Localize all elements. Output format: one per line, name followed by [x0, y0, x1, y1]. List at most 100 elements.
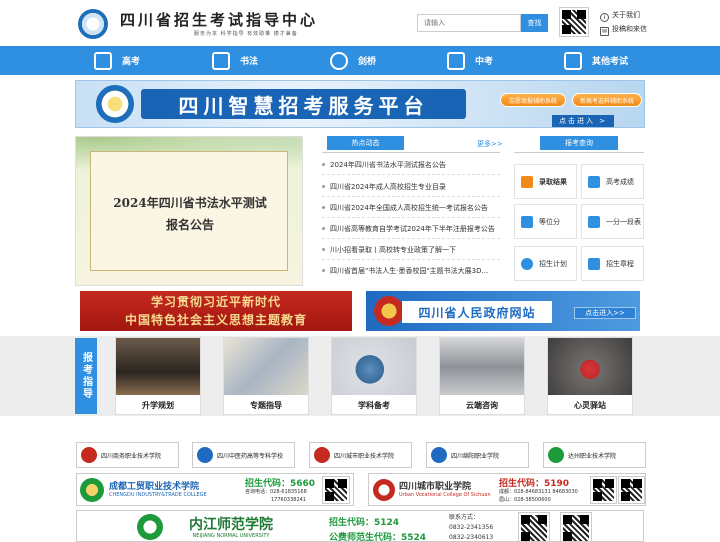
banner-enter-button[interactable]: 点击进入 >	[552, 115, 614, 127]
news-more-link[interactable]: 更多>>	[477, 139, 503, 149]
theme-line-1: 学习贯彻习近平新时代	[150, 295, 281, 309]
query-heading[interactable]: 报考查询	[540, 136, 618, 150]
site-title[interactable]: 四川省招生考试指导中心	[120, 9, 318, 30]
news-item[interactable]: 川小招看录取丨高校转专业政策了解一下	[322, 245, 500, 255]
feature-title-line-1: 2024年四川省书法水平测试	[113, 196, 267, 210]
nav-label: 高考	[122, 57, 141, 67]
guide-card-label: 心灵驿站	[574, 400, 606, 410]
guide-card-consult[interactable]: 云端咨询	[439, 337, 525, 415]
about-us-label: 关于我们	[612, 11, 640, 19]
school-name: 四川城市职业学院	[399, 482, 472, 492]
bar-chart-icon	[521, 215, 533, 228]
news-item[interactable]: 四川省2024年成人高校招生专业目录	[322, 182, 500, 192]
search-input[interactable]	[417, 14, 521, 32]
subject-selection-button[interactable]: 新高考选科辅助系统	[572, 93, 642, 107]
guidance-label: 报考指导	[75, 338, 97, 414]
news-item[interactable]: 四川省2024年全国成人高校招生统一考试报名公告	[322, 203, 500, 213]
urban-vocational-ad[interactable]: 四川城市职业学院 Urban Vocational College Of Sic…	[368, 473, 646, 506]
news-separator	[322, 217, 500, 218]
query-label: 高考成绩	[606, 177, 634, 186]
guide-card-label: 专题指导	[250, 400, 282, 410]
guide-card-planning[interactable]: 升学规划	[115, 337, 201, 415]
query-label: 一分一段表	[606, 217, 641, 226]
school-name-en: NEIJIANG NORMAL UNIVERSITY	[192, 533, 270, 539]
gov-site-enter-button[interactable]: 点击进入>>	[574, 307, 636, 319]
school-name: 四川绵阳职业学院	[451, 452, 500, 460]
query-divider	[514, 152, 644, 153]
nav-item-other-exams[interactable]: 其他考试	[564, 46, 628, 75]
theme-education-banner[interactable]: 学习贯彻习近平新时代 中国特色社会主义思想主题教育	[80, 291, 352, 331]
query-label: 录取结果	[539, 177, 567, 186]
document-icon	[521, 175, 533, 188]
nav-label: 其他考试	[592, 57, 629, 67]
admission-result-link[interactable]: 录取结果	[514, 164, 577, 199]
school-logo-icon	[373, 479, 395, 501]
contact-label: 联系方式：	[449, 514, 480, 521]
banner-title: 四川智慧招考服务平台	[141, 89, 466, 119]
site-logo-emblem[interactable]	[78, 9, 108, 39]
news-item[interactable]: 四川省高等教育自学考试2024年下半年注册报考公告	[322, 224, 500, 234]
school-logo-icon	[548, 447, 564, 463]
smart-exam-platform-banner[interactable]: 四川智慧招考服务平台 志愿填报辅助系统 新高考选科辅助系统 点击进入 >	[75, 80, 645, 128]
theme-line-2: 中国特色社会主义思想主题教育	[124, 313, 307, 327]
chart-icon	[212, 51, 230, 70]
news-heading[interactable]: 热点动态	[327, 136, 404, 150]
user-icon	[521, 257, 533, 270]
school-name: 四川中医药高等专科学校	[217, 452, 284, 460]
school-name: 四川商务职业技术学院	[101, 452, 162, 460]
feature-title: 2024年四川省书法水平测试 报名公告	[91, 192, 289, 236]
chengdu-industry-trade-ad[interactable]: 成都工贸职业技术学院 CHENGDU INDUSTRY&TRADE COLLEG…	[76, 473, 354, 506]
guide-card-label: 升学规划	[142, 400, 174, 410]
guide-card-topics[interactable]: 专题指导	[223, 337, 309, 415]
news-item[interactable]: 2024年四川省书法水平测试报名公告	[322, 160, 500, 170]
school-qr-code	[560, 512, 592, 541]
news-item[interactable]: 四川省首届"书法人生·墨香校园"主题书法大展3D...	[322, 266, 500, 276]
school-link[interactable]: 四川城市职业技术学院	[309, 442, 412, 468]
school-logo-icon	[80, 478, 104, 502]
about-us-link[interactable]: i 关于我们	[600, 10, 640, 22]
nav-item-cambridge[interactable]: 剑桥	[330, 46, 376, 75]
grid-icon	[330, 51, 348, 70]
neijiang-normal-ad[interactable]: 内江师范学院 NEIJIANG NORMAL UNIVERSITY 招生代码：5…	[76, 510, 644, 542]
school-link[interactable]: 四川商务职业技术学院	[76, 442, 179, 468]
guide-card-wellbeing[interactable]: 心灵驿站	[547, 337, 633, 415]
school-logo-icon	[431, 447, 447, 463]
contact-phone-2: 0832-2340613	[449, 534, 494, 541]
nav-label: 中考	[475, 57, 494, 67]
school-link[interactable]: 四川绵阳职业学院	[426, 442, 529, 468]
gov-site-title: 四川省人民政府网站	[402, 301, 552, 323]
submit-letter-link[interactable]: ✉ 投稿和来信	[600, 24, 647, 36]
school-name-en: CHENGDU INDUSTRY&TRADE COLLEGE	[109, 492, 207, 498]
globe-photo	[332, 338, 416, 395]
info-icon: i	[600, 13, 609, 22]
gaokao-score-link[interactable]: 高考成绩	[581, 164, 644, 199]
heart-photo	[548, 338, 632, 395]
volunteer-system-button[interactable]: 志愿填报辅助系统	[500, 93, 566, 107]
search-button[interactable]: 查找	[521, 14, 548, 32]
line-chart-icon	[588, 215, 600, 228]
consult-phone: 咨询电话：028-61835168	[245, 489, 307, 495]
provincial-government-banner[interactable]: 四川省人民政府网站 点击进入>>	[366, 291, 640, 331]
guide-card-subjects[interactable]: 学科备考	[331, 337, 417, 415]
enrollment-code: 招生代码：5124	[329, 518, 400, 528]
school-qr-code	[322, 476, 350, 504]
equivalent-score-link[interactable]: 等位分	[514, 204, 577, 239]
document-icon	[588, 175, 600, 188]
equipment-photo	[440, 338, 524, 395]
feature-title-line-2: 报名公告	[165, 218, 214, 232]
nav-item-gaokao[interactable]: 高考	[94, 46, 140, 75]
school-name: 成都工贸职业技术学院	[109, 482, 200, 492]
guide-card-label: 云端咨询	[466, 400, 498, 410]
school-link[interactable]: 达州职业技术学院	[543, 442, 646, 468]
banner-emblem	[96, 85, 134, 123]
monitor-icon	[94, 51, 112, 70]
admission-rules-link[interactable]: 招生章程	[581, 246, 644, 281]
nav-item-calligraphy[interactable]: 书法	[212, 46, 258, 75]
score-distribution-link[interactable]: 一分一段表	[581, 204, 644, 239]
enrollment-plan-link[interactable]: 招生计划	[514, 246, 577, 281]
school-link[interactable]: 四川中医药高等专科学校	[192, 442, 295, 468]
featured-announcement-image[interactable]: 2024年四川省书法水平测试 报名公告	[75, 136, 303, 286]
query-label: 等位分	[539, 217, 560, 226]
news-separator	[322, 238, 500, 239]
nav-item-zhongkao[interactable]: 中考	[447, 46, 493, 75]
